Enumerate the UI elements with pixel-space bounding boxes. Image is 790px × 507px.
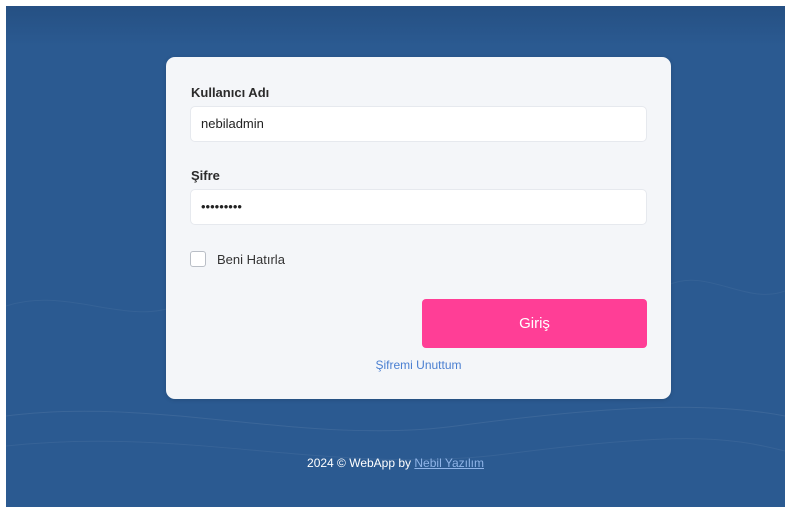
footer-brand-link[interactable]: Nebil Yazılım [414, 456, 484, 470]
remember-label: Beni Hatırla [217, 251, 285, 267]
login-button[interactable]: Giriş [422, 299, 647, 348]
footer-text: 2024 © WebApp by [307, 456, 412, 470]
page-background: Kullanıcı Adı nebiladmin Şifre •••••••••… [6, 6, 785, 507]
username-label: Kullanıcı Adı [191, 85, 270, 100]
forgot-password-link[interactable]: Şifremi Unuttum [166, 358, 671, 372]
password-label: Şifre [191, 168, 220, 183]
username-input[interactable]: nebiladmin [190, 106, 647, 142]
remember-checkbox[interactable] [190, 251, 206, 267]
footer: 2024 © WebApp by Nebil Yazılım [6, 456, 785, 470]
remember-me[interactable]: Beni Hatırla [190, 249, 285, 269]
password-input[interactable]: ••••••••• [190, 189, 647, 225]
login-card: Kullanıcı Adı nebiladmin Şifre •••••••••… [166, 57, 671, 399]
